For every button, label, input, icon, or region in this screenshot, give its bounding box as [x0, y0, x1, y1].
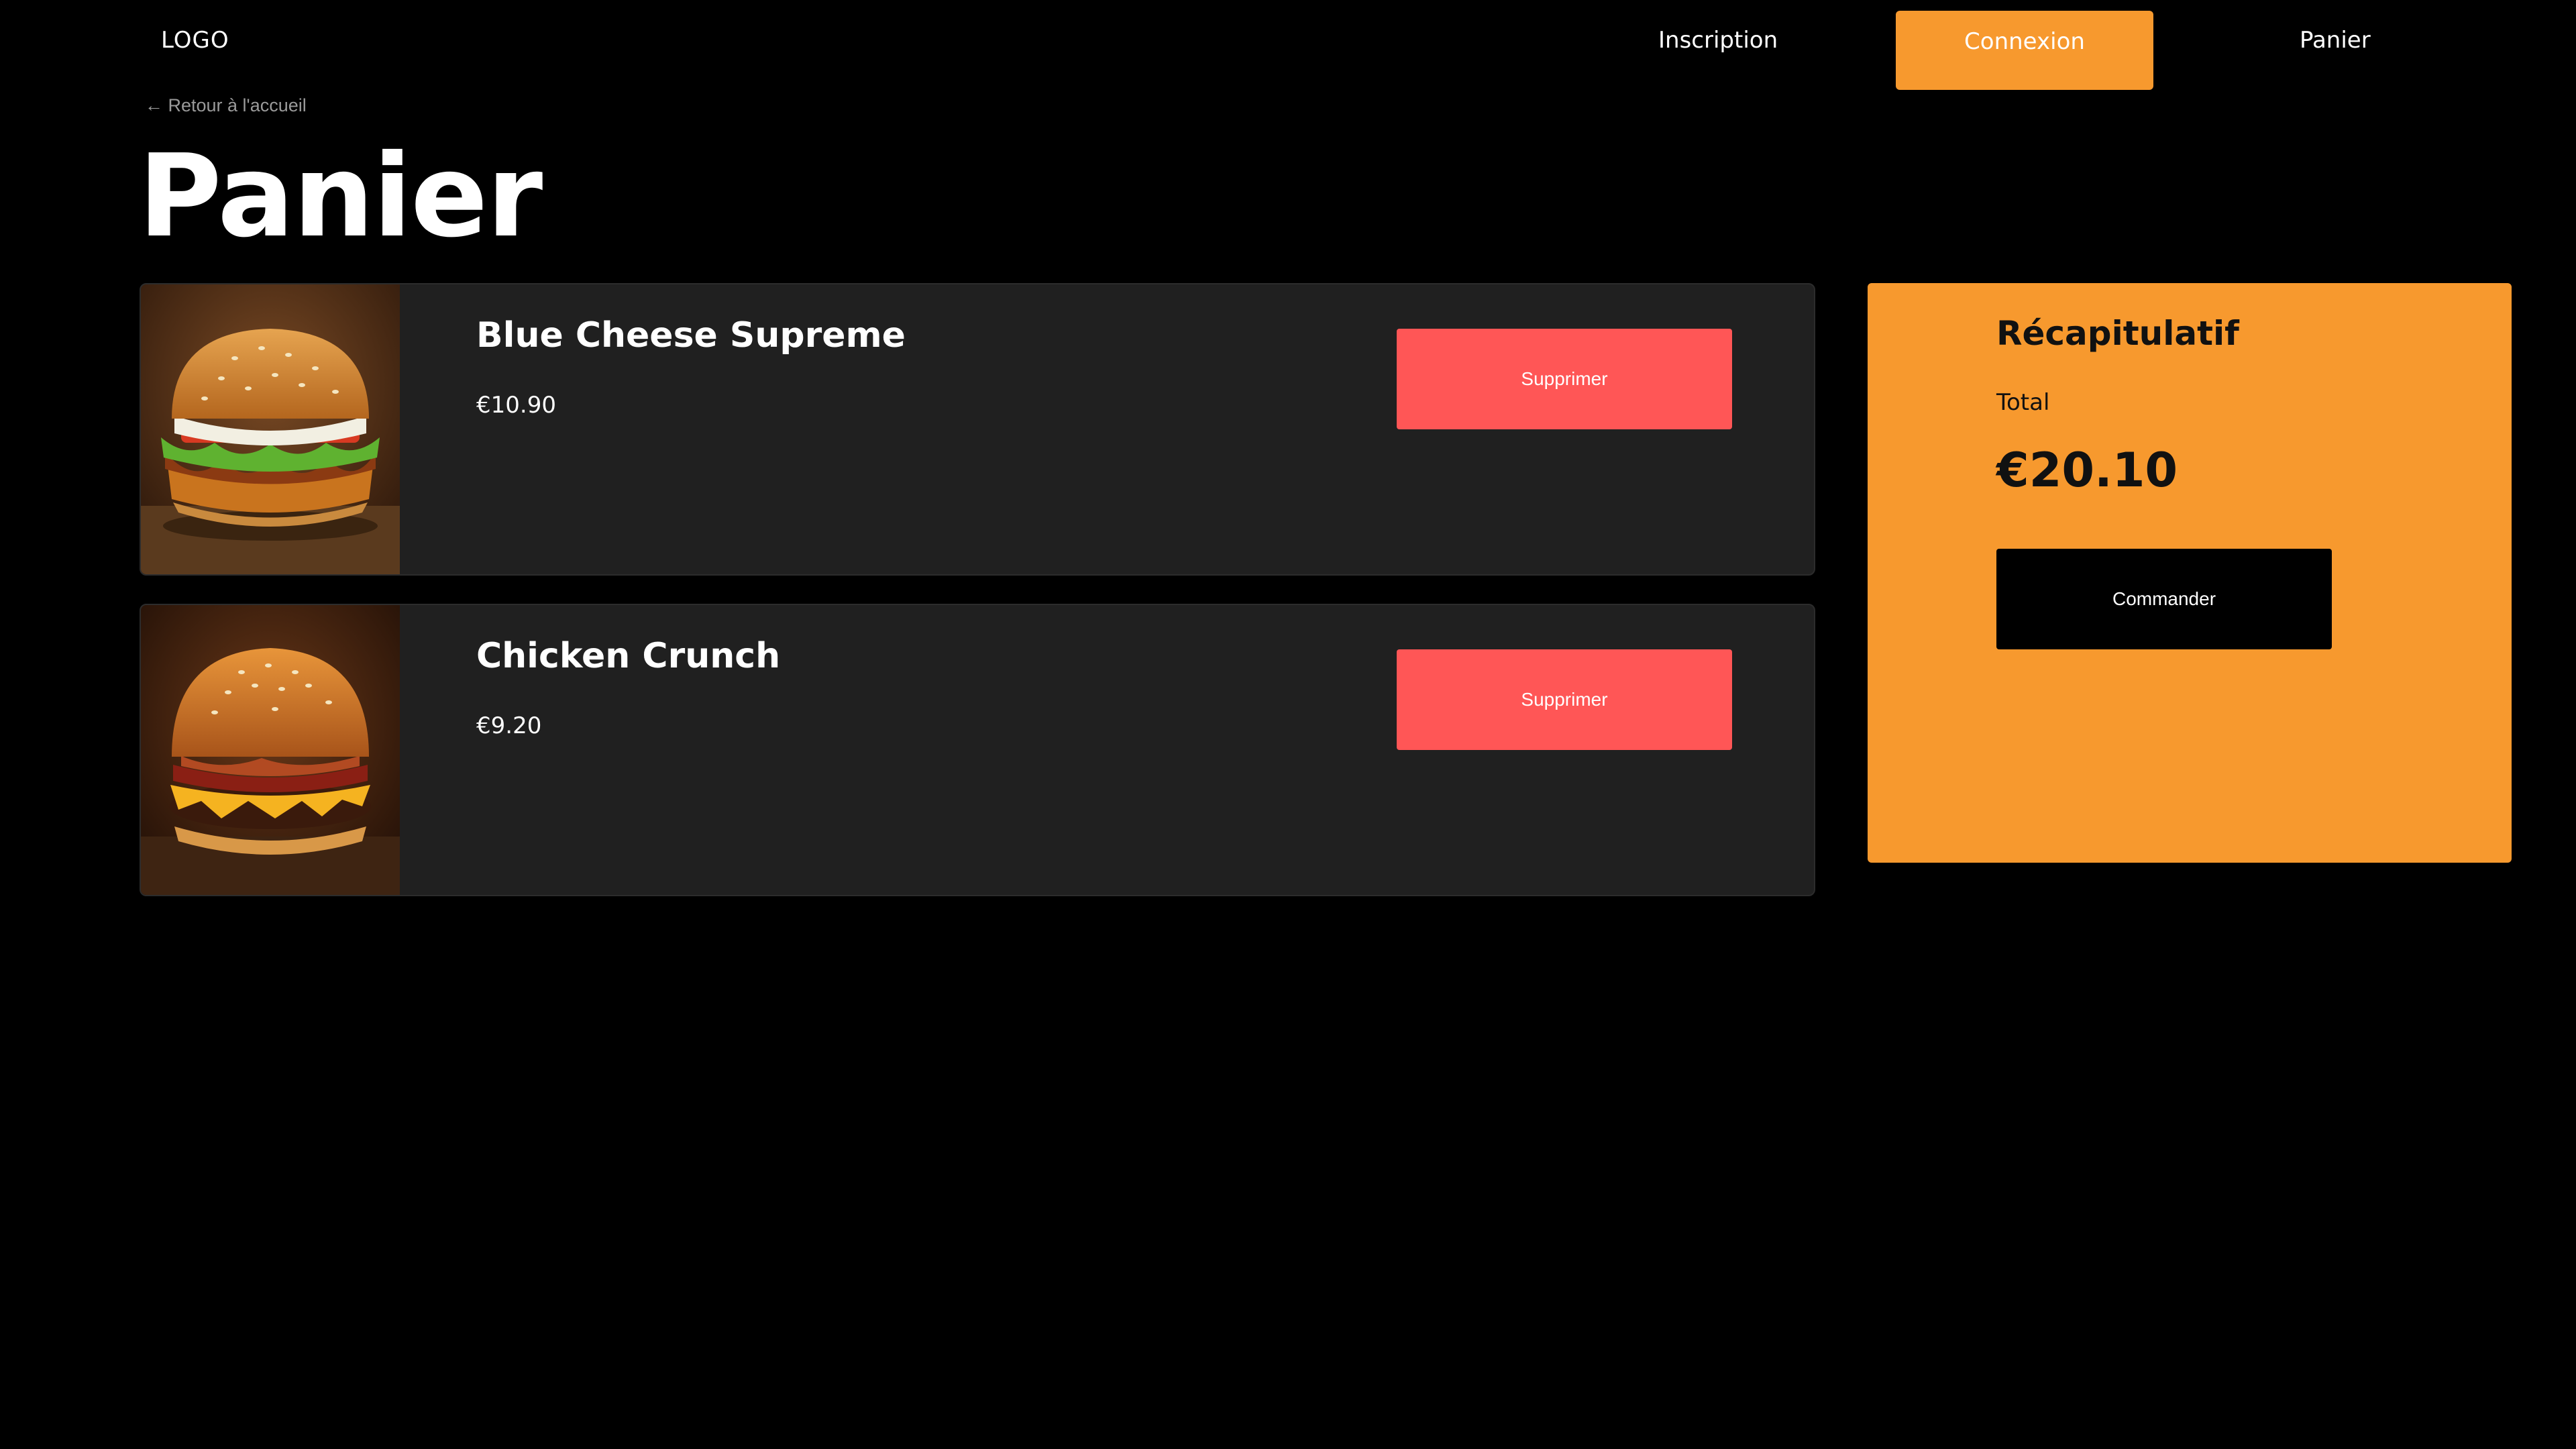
summary-title: Récapitulatif: [1996, 314, 2239, 353]
cart-item: Blue Cheese Supreme €10.90 Supprimer: [140, 283, 1815, 576]
order-summary: Récapitulatif Total €20.10 Commander: [1868, 283, 2512, 863]
order-button[interactable]: Commander: [1996, 549, 2332, 649]
nav-inscription[interactable]: Inscription: [1658, 27, 1778, 54]
item-price: €9.20: [476, 712, 542, 739]
logo[interactable]: LOGO: [161, 27, 229, 54]
total-label: Total: [1996, 389, 2050, 416]
item-price: €10.90: [476, 392, 556, 419]
back-to-home-link[interactable]: ← Retour à l'accueil: [145, 95, 307, 116]
burger-image: [141, 284, 400, 574]
page-title: Panier: [138, 130, 543, 263]
nav-panier[interactable]: Panier: [2300, 27, 2371, 54]
delete-item-button[interactable]: Supprimer: [1397, 329, 1732, 429]
burger-image: [141, 605, 400, 895]
item-name: Blue Cheese Supreme: [476, 315, 906, 356]
total-value: €20.10: [1996, 443, 2178, 498]
delete-item-button[interactable]: Supprimer: [1397, 649, 1732, 750]
nav-connexion-button[interactable]: Connexion: [1896, 11, 2153, 90]
cart-item: Chicken Crunch €9.20 Supprimer: [140, 604, 1815, 896]
item-name: Chicken Crunch: [476, 636, 781, 676]
cart-page: LOGO Inscription Connexion Panier ← Reto…: [0, 0, 2576, 1449]
